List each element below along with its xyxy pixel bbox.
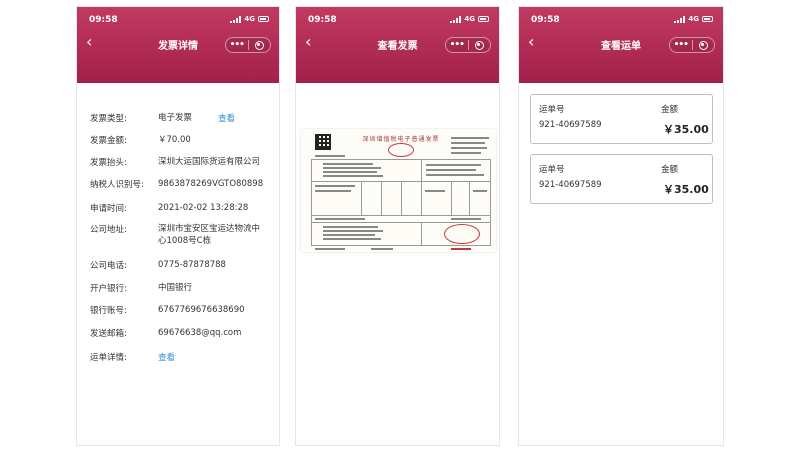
detail-row-amount: 发票金额: ￥70.00 [90, 135, 191, 146]
detail-row-apply-time: 申请时间: 2021-02-02 13:28:28 [90, 203, 249, 214]
seller-seal [444, 224, 480, 244]
mini-program-capsule: ••• [225, 37, 271, 53]
battery-icon [478, 16, 489, 22]
network-type: 4G [688, 15, 699, 23]
amount-label: 金额 [661, 105, 679, 115]
nav-header: 09:58 4G ‹ 发票详情 ••• [77, 7, 279, 83]
detail-row-invoice-type: 发票类型: 电子发票 查看 [90, 112, 236, 124]
target-circle-icon [698, 40, 708, 50]
more-dots-icon[interactable]: ••• [446, 40, 468, 50]
target-circle-icon [254, 40, 264, 50]
invoice-seal [388, 143, 414, 157]
waybill-label: 运单号 [539, 105, 565, 115]
close-target-button[interactable] [249, 40, 271, 50]
waybill-amount: ￥35.00 [663, 123, 709, 136]
status-indicators: 4G [450, 15, 489, 23]
signal-icon [674, 15, 686, 23]
status-indicators: 4G [674, 15, 713, 23]
amount-label: 金额 [661, 165, 679, 175]
detail-row-tax-id: 纳税人识别号: 9863878269VGTO80898 [90, 179, 264, 190]
view-invoice-link[interactable]: 查看 [218, 112, 235, 124]
nav-header: 09:58 4G ‹ 查看发票 ••• [296, 7, 499, 83]
mini-program-capsule: ••• [669, 37, 715, 53]
battery-icon [258, 16, 269, 22]
detail-row-email: 发送邮箱: 69676638@qq.com [90, 328, 242, 339]
status-time: 09:58 [308, 15, 337, 25]
view-invoice-screen: 09:58 4G ‹ 查看发票 ••• 深圳增值税电子普通发票 [295, 6, 500, 446]
more-dots-icon[interactable]: ••• [226, 40, 248, 50]
more-dots-icon[interactable]: ••• [670, 40, 692, 50]
waybill-label: 运单号 [539, 165, 565, 175]
waybill-number: 921-40697589 [539, 180, 602, 190]
waybill-card[interactable]: 运单号 金额 921-40697589 ￥35.00 [530, 94, 713, 144]
waybill-amount: ￥35.00 [663, 183, 709, 196]
qr-code-icon [315, 134, 331, 150]
detail-row-account: 银行账号: 6767769676638690 [90, 305, 245, 316]
mini-program-capsule: ••• [445, 37, 491, 53]
detail-row-waybill: 运单详情: 查看 [90, 351, 176, 363]
detail-row-header: 发票抬头: 深圳大运国际货运有限公司 [90, 157, 261, 168]
invoice-detail-screen: 09:58 4G ‹ 发票详情 ••• 发票类型: 电子发票 查看 发票金额: … [76, 6, 280, 446]
status-time: 09:58 [89, 15, 118, 25]
invoice-image[interactable]: 深圳增值税电子普通发票 [301, 129, 496, 252]
detail-row-bank: 开户银行: 中国银行 [90, 283, 193, 294]
status-time: 09:58 [531, 15, 560, 25]
invoice-title: 深圳增值税电子普通发票 [362, 136, 440, 143]
detail-row-phone: 公司电话: 0775-87878788 [90, 260, 226, 271]
target-circle-icon [474, 40, 484, 50]
signal-icon [450, 15, 462, 23]
view-waybill-link[interactable]: 查看 [158, 351, 175, 363]
nav-header: 09:58 4G ‹ 查看运单 ••• [519, 7, 723, 83]
signal-icon [230, 15, 242, 23]
detail-row-address: 公司地址: 深圳市宝安区宝运达物流中 心1008号C栋 [90, 224, 261, 246]
view-waybill-screen: 09:58 4G ‹ 查看运单 ••• 运单号 金额 921-40697589 … [518, 6, 724, 446]
network-type: 4G [464, 15, 475, 23]
close-target-button[interactable] [469, 40, 491, 50]
waybill-number: 921-40697589 [539, 120, 602, 130]
close-target-button[interactable] [693, 40, 715, 50]
waybill-card[interactable]: 运单号 金额 921-40697589 ￥35.00 [530, 154, 713, 204]
battery-icon [702, 16, 713, 22]
status-indicators: 4G [230, 15, 269, 23]
network-type: 4G [244, 15, 255, 23]
